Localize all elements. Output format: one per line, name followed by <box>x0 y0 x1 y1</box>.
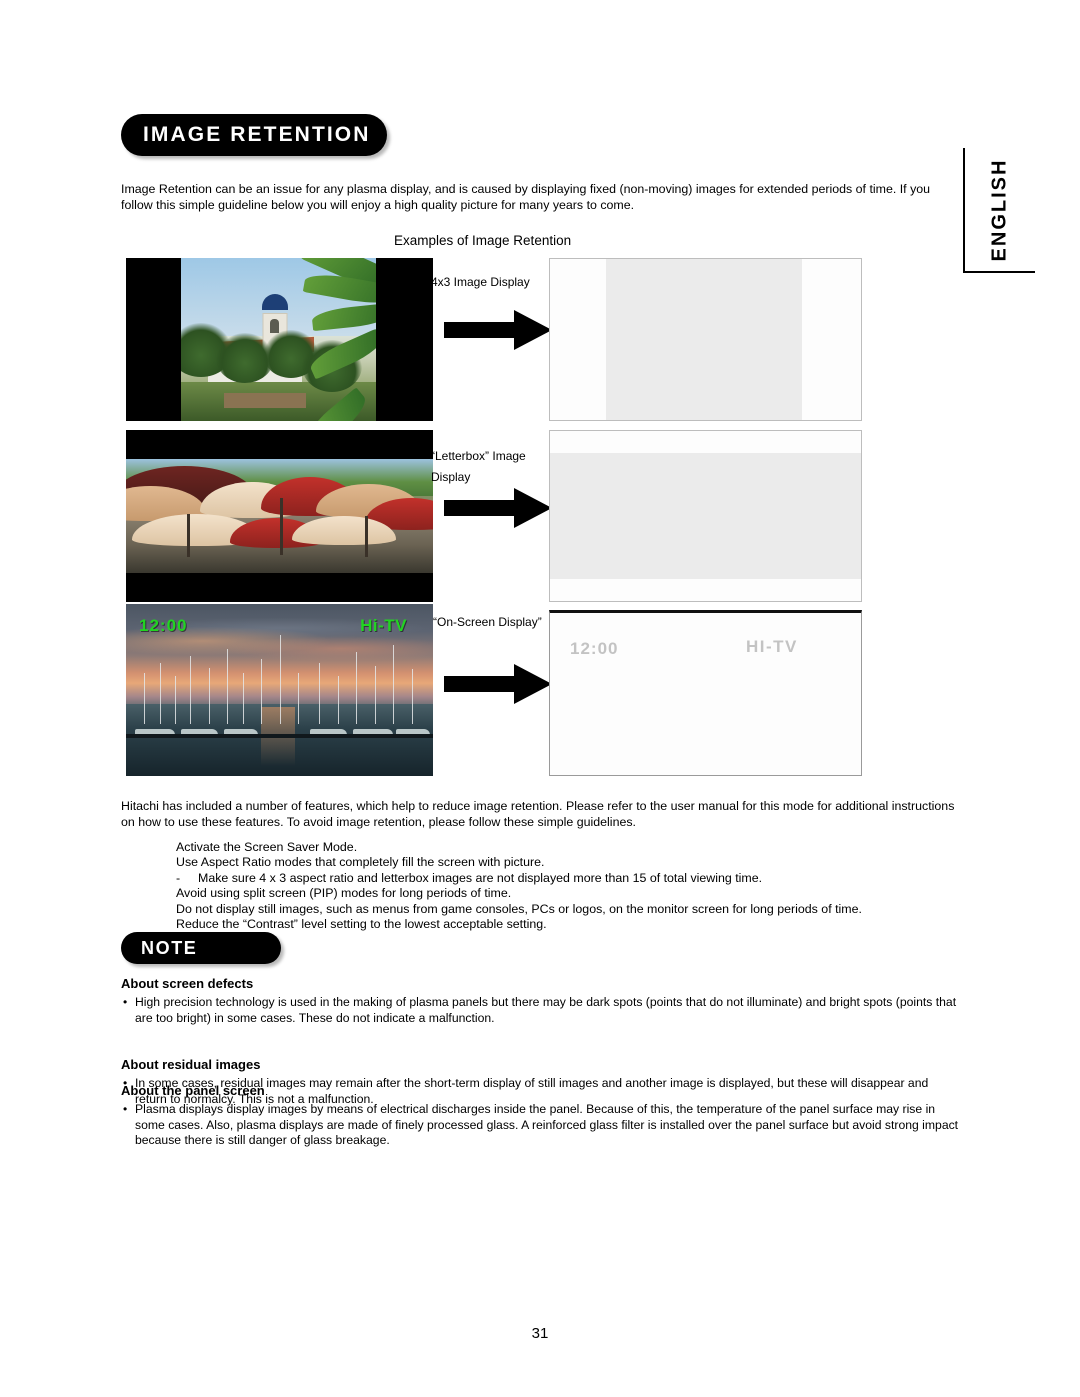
example-caption-letterbox: “Letterbox” Image Display <box>431 446 556 488</box>
example-caption-osd: “On-Screen Display” <box>433 615 542 629</box>
example-caption-letterbox-line2: Display <box>431 470 471 484</box>
section-title-badge: IMAGE RETENTION <box>121 114 387 156</box>
note-heading: About the panel screen <box>121 1083 265 1098</box>
note-text: Plasma displays display images by means … <box>135 1102 959 1148</box>
body-paragraph-2: Hitachi has included a number of feature… <box>121 799 955 829</box>
source-image-letterbox <box>126 430 433 602</box>
result-image-4x3 <box>549 258 862 421</box>
guideline-text: Avoid using split screen (PIP) modes for… <box>176 886 512 901</box>
language-tab: ENGLISH <box>963 148 1035 273</box>
manual-page: IMAGE RETENTION ENGLISH Image Retention … <box>0 0 1080 1397</box>
note-badge-label: NOTE <box>141 937 198 958</box>
result-image-letterbox <box>549 430 862 602</box>
example-row-4x3: 4x3 Image Display <box>121 258 862 421</box>
guideline-text: Do not display still images, such as men… <box>176 901 862 916</box>
language-tab-label: ENGLISH <box>988 158 1011 261</box>
guideline-item: - Make sure 4 x 3 aspect ratio and letter… <box>176 871 966 886</box>
guideline-text: Activate the Screen Saver Mode. <box>176 840 358 854</box>
bullet-icon: • <box>123 995 128 1009</box>
guideline-text: Make sure 4 x 3 aspect ratio and letterb… <box>198 870 763 885</box>
example-row-letterbox: “Letterbox” Image Display <box>121 430 862 602</box>
ghost-clock-text: 12:00 <box>570 639 619 658</box>
note-section-screen-defects: About screen defects • High precision te… <box>121 976 961 1026</box>
guidelines-list: Activate the Screen Saver Mode. Use Aspe… <box>176 840 966 932</box>
result-image-osd: 12:00 HI-TV <box>549 610 862 776</box>
intro-paragraph: Image Retention can be an issue for any … <box>121 182 931 212</box>
guideline-item: Avoid using split screen (PIP) modes for… <box>176 886 966 901</box>
examples-heading: Examples of Image Retention <box>394 233 572 248</box>
examples-figure-grid: 4x3 Image Display “Letterbox” Image Disp… <box>121 258 862 778</box>
guideline-item: Activate the Screen Saver Mode. <box>176 840 966 855</box>
guideline-item: Reduce the “Contrast” level setting to t… <box>176 917 966 932</box>
guideline-dash-marker: - <box>176 870 181 885</box>
note-section-panel-screen: About the panel screen • Plasma displays… <box>121 1083 961 1149</box>
note-text-wrapper: • High precision technology is used in t… <box>121 995 961 1026</box>
note-text-wrapper: • Plasma displays display images by mean… <box>121 1102 961 1149</box>
example-caption-letterbox-line1: “Letterbox” Image <box>431 449 526 463</box>
ghost-channel-text: HI-TV <box>746 637 798 656</box>
note-heading: About screen defects <box>121 976 254 991</box>
guideline-item: Do not display still images, such as men… <box>176 902 966 917</box>
note-text: High precision technology is used in the… <box>135 995 957 1025</box>
note-heading: About residual images <box>121 1057 261 1072</box>
page-title: IMAGE RETENTION <box>143 123 371 146</box>
note-badge: NOTE <box>121 932 281 964</box>
source-image-4x3 <box>126 258 433 421</box>
arrow-icon <box>444 488 552 528</box>
source-image-osd: 12:00 Hi-TV <box>126 604 433 776</box>
guideline-item: Use Aspect Ratio modes that completely f… <box>176 855 966 870</box>
arrow-icon <box>444 664 552 704</box>
arrow-icon <box>444 310 552 350</box>
example-caption-4x3: 4x3 Image Display <box>431 275 530 289</box>
page-number: 31 <box>531 1325 549 1342</box>
example-row-osd: 12:00 Hi-TV “On-Screen Display” 12:00 HI… <box>121 604 862 776</box>
osd-channel-overlay: Hi-TV <box>360 616 407 635</box>
guideline-text: Reduce the “Contrast” level setting to t… <box>176 917 547 932</box>
bullet-icon: • <box>123 1102 128 1116</box>
osd-clock-overlay: 12:00 <box>139 616 188 635</box>
guideline-text: Use Aspect Ratio modes that completely f… <box>176 855 545 870</box>
